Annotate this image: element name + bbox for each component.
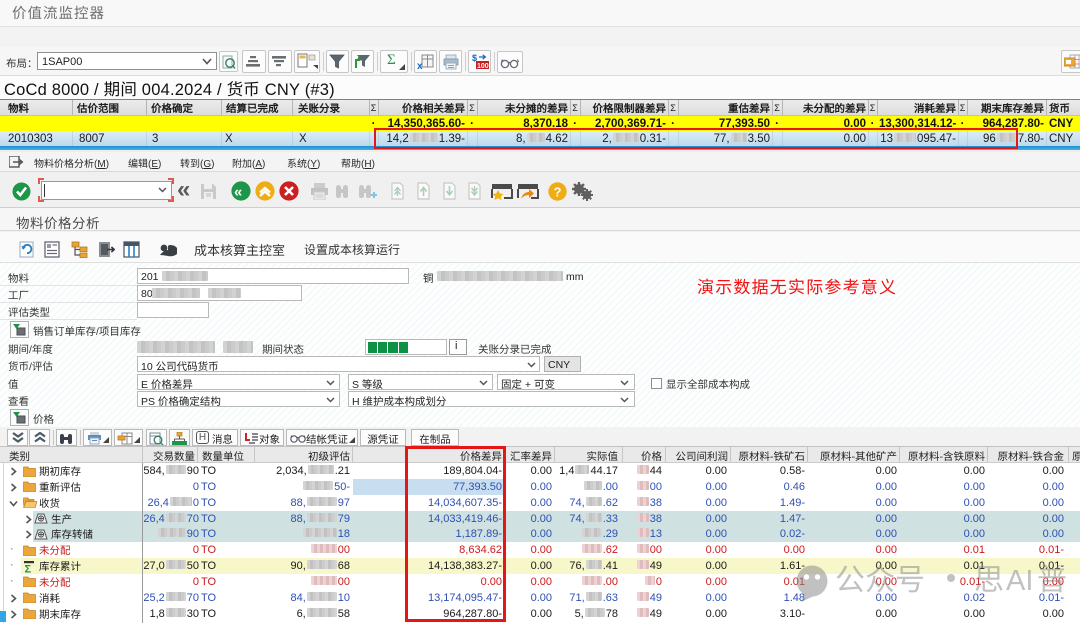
svg-text:x: x xyxy=(417,61,423,70)
svg-text:Σ: Σ xyxy=(25,563,32,573)
svg-text:公众号: 公众号 xyxy=(835,555,925,599)
svg-text:?: ? xyxy=(554,185,562,200)
svg-text:AI: AI xyxy=(1006,565,1033,597)
svg-text:«: « xyxy=(234,184,242,201)
svg-text:100: 100 xyxy=(477,63,489,70)
svg-text:普: 普 xyxy=(1037,555,1067,599)
svg-text:思: 思 xyxy=(974,555,1004,599)
